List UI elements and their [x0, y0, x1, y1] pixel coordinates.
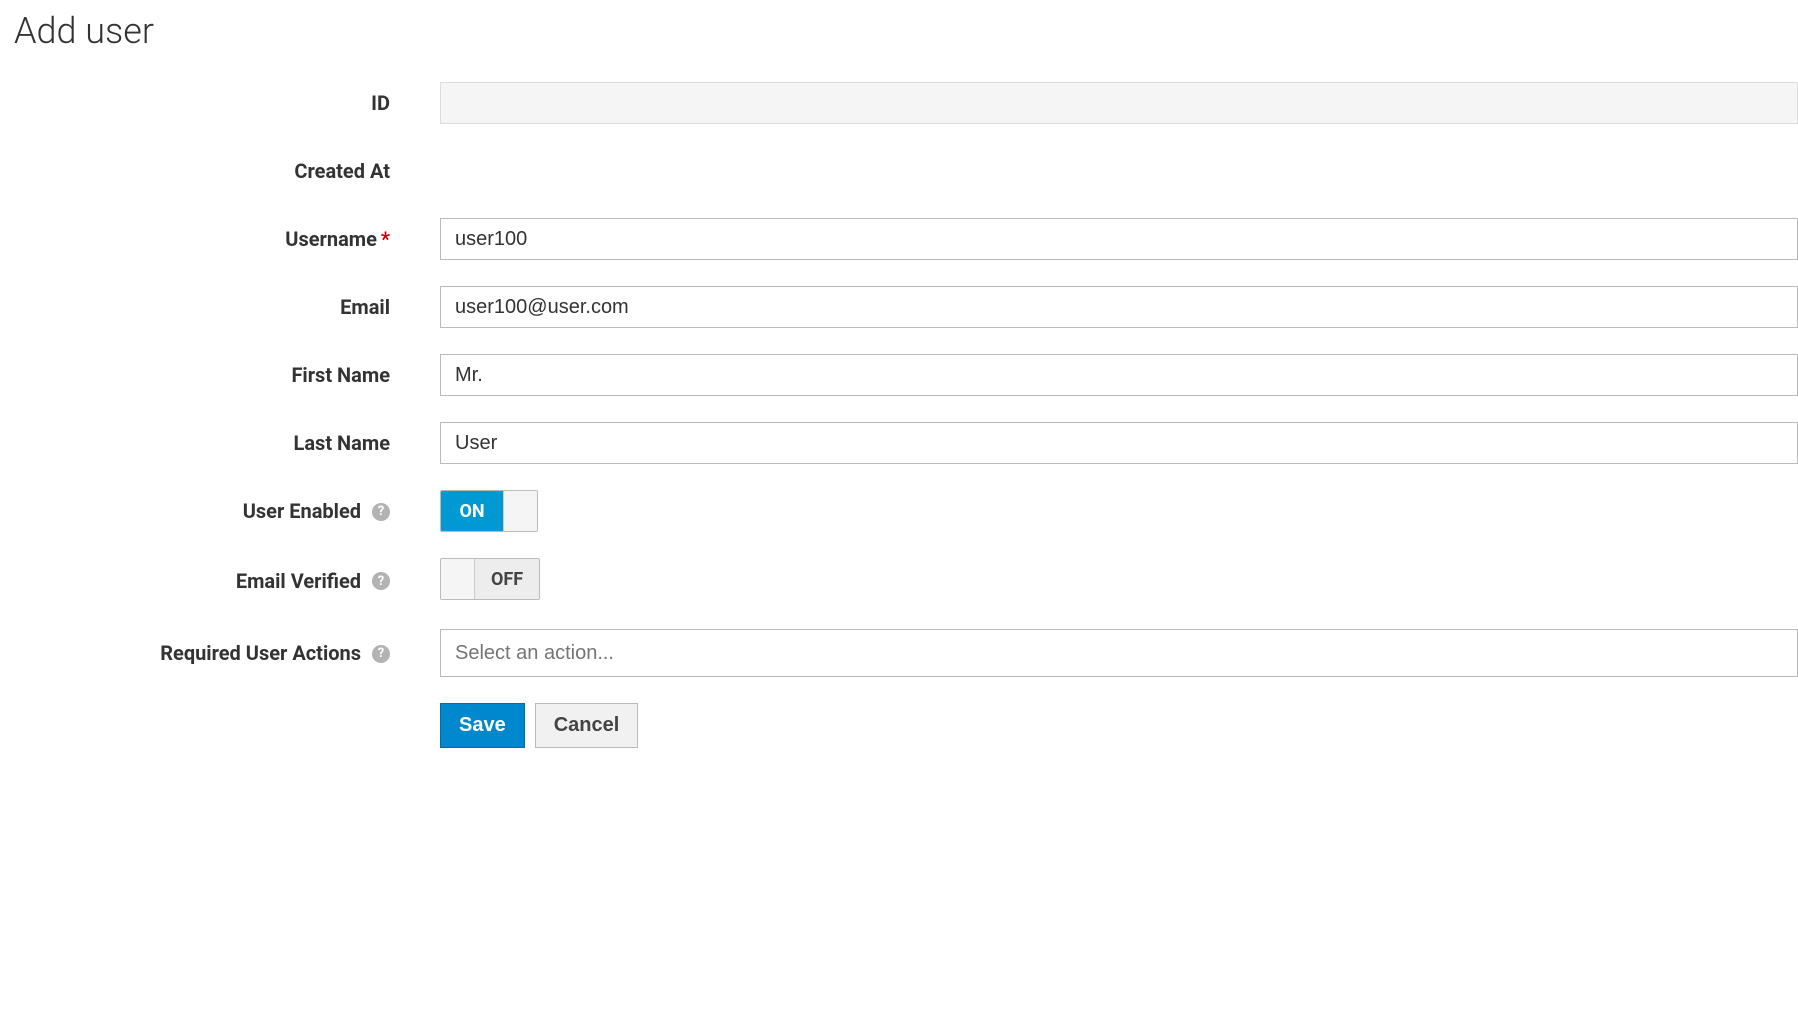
label-username: Username* — [14, 227, 440, 251]
email-input[interactable] — [440, 286, 1798, 328]
cancel-button[interactable]: Cancel — [535, 703, 639, 748]
user-enabled-toggle[interactable]: ON — [440, 490, 538, 532]
row-first-name: First Name — [14, 354, 1798, 396]
row-user-enabled: User Enabled ? ON — [14, 490, 1798, 532]
toggle-handle — [441, 559, 475, 599]
label-email: Email — [14, 295, 440, 319]
last-name-input[interactable] — [440, 422, 1798, 464]
first-name-input[interactable] — [440, 354, 1798, 396]
add-user-form: ID Created At Username* Email First Name — [0, 82, 1798, 748]
label-last-name: Last Name — [14, 431, 440, 455]
row-required-user-actions: Required User Actions ? — [14, 629, 1798, 677]
created-at-value — [440, 150, 1798, 192]
email-verified-toggle[interactable]: OFF — [440, 558, 540, 600]
row-buttons: Save Cancel — [14, 703, 1798, 748]
required-marker: * — [381, 227, 390, 251]
toggle-handle — [503, 491, 537, 531]
help-icon[interactable]: ? — [372, 572, 390, 590]
row-created-at: Created At — [14, 150, 1798, 192]
help-icon[interactable]: ? — [372, 645, 390, 663]
page-title: Add user — [14, 10, 1798, 52]
row-username: Username* — [14, 218, 1798, 260]
label-email-verified: Email Verified ? — [14, 569, 440, 593]
row-email: Email — [14, 286, 1798, 328]
label-user-enabled: User Enabled ? — [14, 499, 440, 523]
row-last-name: Last Name — [14, 422, 1798, 464]
label-id: ID — [14, 91, 440, 115]
row-id: ID — [14, 82, 1798, 124]
help-icon[interactable]: ? — [372, 503, 390, 521]
save-button[interactable]: Save — [440, 703, 525, 748]
label-first-name: First Name — [14, 363, 440, 387]
label-created-at: Created At — [14, 159, 440, 183]
label-required-user-actions: Required User Actions ? — [14, 641, 440, 665]
toggle-on-label: ON — [441, 491, 503, 531]
required-user-actions-select[interactable] — [440, 629, 1798, 677]
id-input — [440, 82, 1798, 124]
row-email-verified: Email Verified ? OFF — [14, 558, 1798, 603]
username-input[interactable] — [440, 218, 1798, 260]
toggle-off-label: OFF — [475, 559, 539, 599]
